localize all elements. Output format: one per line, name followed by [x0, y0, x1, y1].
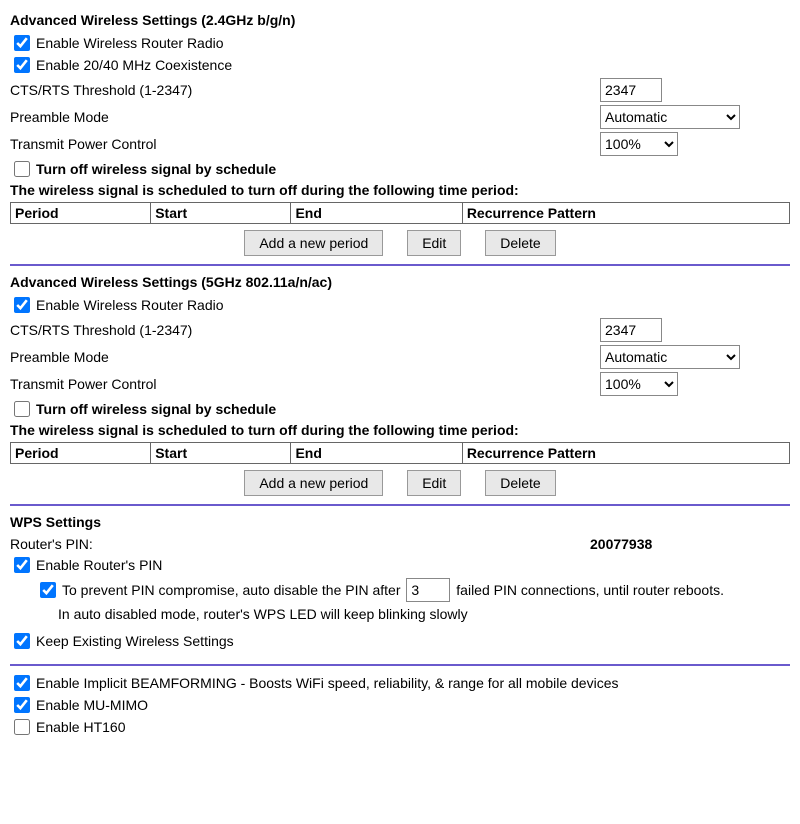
enable-radio-24-label: Enable Wireless Router Radio — [36, 34, 224, 52]
divider — [10, 664, 790, 666]
col-recurrence: Recurrence Pattern — [462, 443, 789, 464]
beamforming-checkbox[interactable] — [14, 675, 30, 691]
enable-radio-24-checkbox[interactable] — [14, 35, 30, 51]
keep-settings-checkbox[interactable] — [14, 633, 30, 649]
mumimo-checkbox[interactable] — [14, 697, 30, 713]
divider — [10, 504, 790, 506]
turnoff-24-label: Turn off wireless signal by schedule — [36, 160, 276, 178]
tx-5-label: Transmit Power Control — [10, 376, 600, 392]
cts-5-input[interactable] — [600, 318, 662, 342]
keep-settings-label: Keep Existing Wireless Settings — [36, 632, 234, 650]
preamble-24-select[interactable]: Automatic — [600, 105, 740, 129]
sched-24-text: The wireless signal is scheduled to turn… — [10, 182, 790, 198]
ht160-label: Enable HT160 — [36, 718, 126, 736]
router-pin-value: 20077938 — [590, 536, 652, 552]
delete-period-5-button[interactable]: Delete — [485, 470, 555, 496]
cts-24-label: CTS/RTS Threshold (1-2347) — [10, 82, 600, 98]
enable-pin-label: Enable Router's PIN — [36, 556, 162, 574]
enable-coex-24-checkbox[interactable] — [14, 57, 30, 73]
autodisable-pin-checkbox[interactable] — [40, 582, 56, 598]
enable-radio-5-label: Enable Wireless Router Radio — [36, 296, 224, 314]
preamble-24-label: Preamble Mode — [10, 109, 600, 125]
section-title-wps: WPS Settings — [10, 514, 790, 530]
tx-5-select[interactable]: 100% — [600, 372, 678, 396]
sched-5-text: The wireless signal is scheduled to turn… — [10, 422, 790, 438]
col-end: End — [291, 443, 462, 464]
preamble-5-select[interactable]: Automatic — [600, 345, 740, 369]
col-start: Start — [151, 203, 291, 224]
enable-pin-checkbox[interactable] — [14, 557, 30, 573]
edit-period-5-button[interactable]: Edit — [407, 470, 461, 496]
beamforming-label: Enable Implicit BEAMFORMING - Boosts WiF… — [36, 674, 619, 692]
col-start: Start — [151, 443, 291, 464]
cts-24-input[interactable] — [600, 78, 662, 102]
autodisable-note: In auto disabled mode, router's WPS LED … — [58, 606, 790, 622]
add-period-24-button[interactable]: Add a new period — [244, 230, 383, 256]
autodisable-count-input[interactable] — [406, 578, 450, 602]
turnoff-24-checkbox[interactable] — [14, 161, 30, 177]
ht160-checkbox[interactable] — [14, 719, 30, 735]
edit-period-24-button[interactable]: Edit — [407, 230, 461, 256]
tx-24-label: Transmit Power Control — [10, 136, 600, 152]
schedule-24-table: Period Start End Recurrence Pattern — [10, 202, 790, 224]
col-period: Period — [11, 443, 151, 464]
section-title-5ghz: Advanced Wireless Settings (5GHz 802.11a… — [10, 274, 790, 290]
turnoff-5-label: Turn off wireless signal by schedule — [36, 400, 276, 418]
preamble-5-label: Preamble Mode — [10, 349, 600, 365]
enable-coex-24-label: Enable 20/40 MHz Coexistence — [36, 56, 232, 74]
autodisable-post: failed PIN connections, until router reb… — [456, 582, 724, 598]
tx-24-select[interactable]: 100% — [600, 132, 678, 156]
add-period-5-button[interactable]: Add a new period — [244, 470, 383, 496]
col-end: End — [291, 203, 462, 224]
section-title-24ghz: Advanced Wireless Settings (2.4GHz b/g/n… — [10, 12, 790, 28]
mumimo-label: Enable MU-MIMO — [36, 696, 148, 714]
enable-radio-5-checkbox[interactable] — [14, 297, 30, 313]
divider — [10, 264, 790, 266]
cts-5-label: CTS/RTS Threshold (1-2347) — [10, 322, 600, 338]
col-period: Period — [11, 203, 151, 224]
col-recurrence: Recurrence Pattern — [462, 203, 789, 224]
turnoff-5-checkbox[interactable] — [14, 401, 30, 417]
autodisable-pre: To prevent PIN compromise, auto disable … — [62, 582, 401, 598]
schedule-5-table: Period Start End Recurrence Pattern — [10, 442, 790, 464]
delete-period-24-button[interactable]: Delete — [485, 230, 555, 256]
router-pin-label: Router's PIN: — [10, 536, 590, 552]
